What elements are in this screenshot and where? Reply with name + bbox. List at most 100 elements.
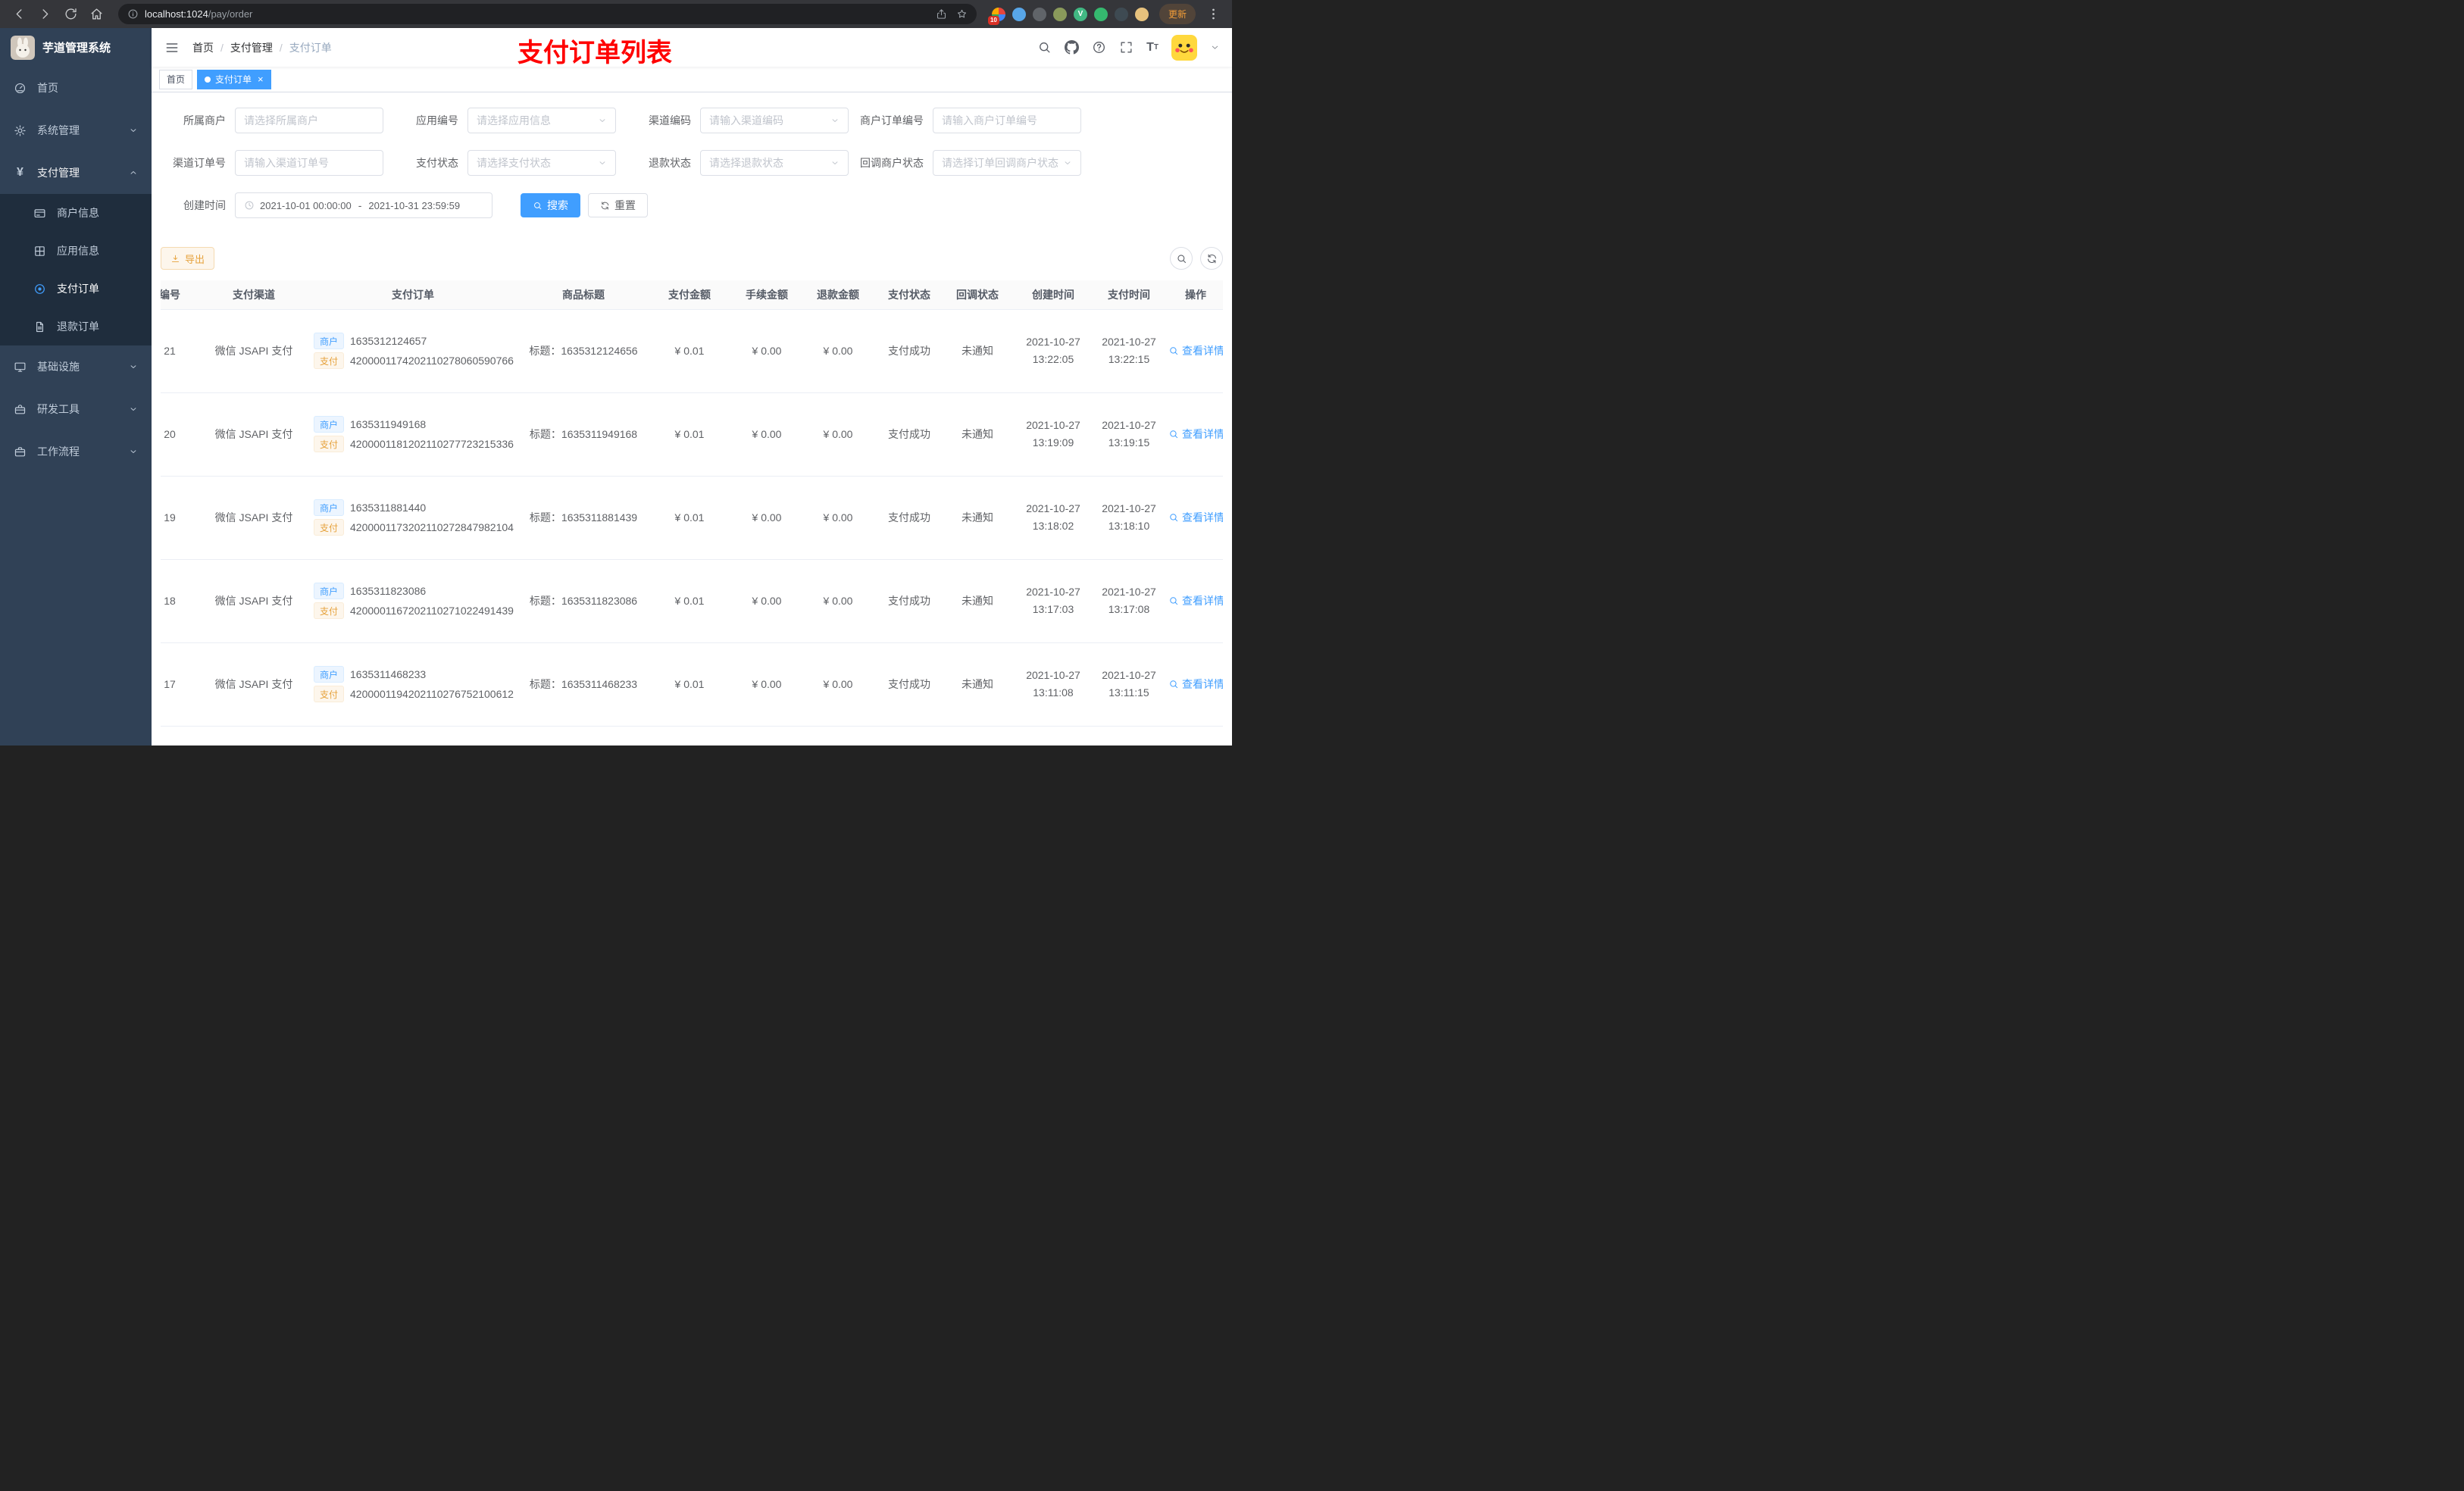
pay-time-cell xyxy=(1093,726,1165,746)
home-button[interactable] xyxy=(85,3,108,26)
search-toggle-button[interactable] xyxy=(1170,247,1193,270)
merchant-order-no: 1635311881440 xyxy=(350,502,427,514)
merchant-order-no: 1635311949168 xyxy=(350,418,427,430)
refund-status-select[interactable]: 请选择退款状态 xyxy=(700,150,849,176)
merchant-order-no-input[interactable]: 请输入商户订单编号 xyxy=(933,108,1081,133)
pay-status-select[interactable]: 请选择支付状态 xyxy=(467,150,616,176)
breadcrumb-pay-manage[interactable]: 支付管理 xyxy=(230,40,273,55)
view-detail-link[interactable]: 查看详情 xyxy=(1168,510,1223,525)
font-size-button[interactable]: TT xyxy=(1146,41,1159,54)
status-cell: 支付成功 xyxy=(877,392,941,477)
sidebar-toggle-button[interactable] xyxy=(162,38,182,58)
view-detail-link[interactable]: 查看详情 xyxy=(1168,427,1223,442)
title-cell: 标题：1635312124656 xyxy=(523,309,644,393)
reset-button[interactable]: 重置 xyxy=(588,193,648,217)
sidebar-item-label: 系统管理 xyxy=(37,124,80,136)
reload-button[interactable] xyxy=(59,3,82,26)
url-text: localhost:1024/pay/order xyxy=(145,8,253,20)
back-button[interactable] xyxy=(8,3,30,26)
notify-cell: 未通知 xyxy=(941,642,1014,727)
notify-status-select[interactable]: 请选择订单回调商户状态 xyxy=(933,150,1081,176)
pay-time-cell: 2021-10-27 13:18:10 xyxy=(1093,476,1165,560)
table-tools xyxy=(1170,247,1223,270)
sidebar-item-merchant-info[interactable]: 商户信息 xyxy=(0,194,152,232)
create-time-cell: 2021-10-27 13:18:02 xyxy=(1014,476,1093,560)
tabs-bar: 首页 支付订单 × xyxy=(152,67,1232,92)
pay-time-cell: 2021-10-27 13:17:08 xyxy=(1093,559,1165,643)
briefcase-icon xyxy=(14,445,27,458)
sidebar-item-workflow[interactable]: 工作流程 xyxy=(0,430,152,473)
user-avatar[interactable] xyxy=(1171,34,1197,61)
sidebar-item-pay-manage[interactable]: ¥ 支付管理 xyxy=(0,152,152,194)
fullscreen-button[interactable] xyxy=(1119,40,1134,55)
sidebar-item-app-info[interactable]: 应用信息 xyxy=(0,232,152,270)
view-detail-link[interactable]: 查看详情 xyxy=(1168,343,1223,358)
pay-tag: 支付 xyxy=(314,602,345,619)
refresh-button[interactable] xyxy=(1200,247,1223,270)
apps-extension-icon[interactable]: 10 xyxy=(987,7,1005,25)
fee-cell: ¥ 0.00 xyxy=(735,476,799,560)
status-cell: 支付成功 xyxy=(877,559,941,643)
export-button[interactable]: 导出 xyxy=(161,247,215,270)
filter-label-channel-code: 渠道编码 xyxy=(649,114,691,127)
forward-button[interactable] xyxy=(33,3,56,26)
sidebar-item-pay-order[interactable]: 支付订单 xyxy=(0,270,152,308)
sidebar-item-dev-tools[interactable]: 研发工具 xyxy=(0,388,152,430)
amount-cell xyxy=(644,726,735,746)
monkey-extension-icon[interactable] xyxy=(1134,7,1149,21)
create-time-range-input[interactable]: 2021-10-01 00:00:00-2021-10-31 23:59:59 xyxy=(235,192,492,218)
update-button[interactable]: 更新 xyxy=(1159,4,1196,24)
tab-pay-order[interactable]: 支付订单 × xyxy=(197,69,271,89)
filter-field-notify-status: 回调商户状态 请选择订单回调商户状态 xyxy=(858,150,1081,176)
channel-order-no-input[interactable]: 请输入渠道订单号 xyxy=(235,150,383,176)
globe-extension-icon[interactable] xyxy=(1032,7,1046,21)
channel-order-no: 4200001167202110271022491439 xyxy=(350,605,514,617)
share-icon[interactable] xyxy=(936,8,947,20)
breadcrumb: 首页 / 支付管理 / 支付订单 xyxy=(192,40,332,55)
download-icon xyxy=(170,254,180,264)
app-no-select[interactable]: 请选择应用信息 xyxy=(467,108,616,133)
view-detail-link[interactable]: 查看详情 xyxy=(1168,593,1223,608)
chat-extension-icon[interactable] xyxy=(1093,7,1108,21)
sidebar-item-label: 商户信息 xyxy=(57,207,99,219)
pin-extension-icon[interactable] xyxy=(1114,7,1128,21)
date-separator: - xyxy=(358,199,362,211)
status-cell xyxy=(877,726,941,746)
tab-close-icon[interactable]: × xyxy=(258,74,264,84)
table-column-header: 创建时间 xyxy=(1014,280,1093,310)
search-button[interactable] xyxy=(1037,40,1052,55)
vue-devtools-extension-icon[interactable]: V xyxy=(1073,7,1087,21)
github-button[interactable] xyxy=(1065,40,1080,55)
breadcrumb-separator: / xyxy=(279,41,283,54)
channel-code-select[interactable]: 请输入渠道编码 xyxy=(700,108,849,133)
logo: 芋道管理系统 xyxy=(0,28,152,67)
owner-merchant-input[interactable]: 请选择所属商户 xyxy=(235,108,383,133)
sidebar-item-system[interactable]: 系统管理 xyxy=(0,109,152,152)
url-bar[interactable]: localhost:1024/pay/order xyxy=(118,4,977,24)
breadcrumb-home[interactable]: 首页 xyxy=(192,40,214,55)
merchant-order-no: 1635311823086 xyxy=(350,585,427,597)
site-info-icon[interactable] xyxy=(127,8,139,20)
pay-order-cell: 商户 1635311881440 支付 42000011732021102728479… xyxy=(303,476,523,560)
olive-extension-icon[interactable] xyxy=(1052,7,1067,21)
user-menu-caret[interactable] xyxy=(1210,42,1220,52)
drop-extension-icon[interactable] xyxy=(1012,7,1026,21)
browser-menu-button[interactable] xyxy=(1202,3,1224,26)
table-row: 商户16353115786 xyxy=(161,726,1223,746)
refresh-icon xyxy=(1206,253,1218,264)
table-column-header: 支付金额 xyxy=(644,280,735,310)
pay-channel-cell: 微信 JSAPI 支付 xyxy=(205,309,303,393)
sidebar-item-infrastructure[interactable]: 基础设施 xyxy=(0,345,152,388)
avatar-face-icon xyxy=(1171,34,1197,61)
table-row: 21 微信 JSAPI 支付 商户 1635312124657 支付 4200001174… xyxy=(161,309,1223,393)
sidebar-item-refund-order[interactable]: 退款订单 xyxy=(0,308,152,345)
sidebar-item-home[interactable]: 首页 xyxy=(0,67,152,109)
help-button[interactable] xyxy=(1092,40,1106,55)
bookmark-icon[interactable] xyxy=(956,8,968,20)
tab-home[interactable]: 首页 xyxy=(159,69,193,89)
placeholder-text: 请输入渠道订单号 xyxy=(244,157,329,169)
view-detail-link[interactable]: 查看详情 xyxy=(1168,677,1223,692)
topbar: 首页 / 支付管理 / 支付订单 TT xyxy=(152,28,1232,67)
pay-channel-cell: 微信 JSAPI 支付 xyxy=(205,476,303,560)
search-submit-button[interactable]: 搜索 xyxy=(521,193,580,217)
